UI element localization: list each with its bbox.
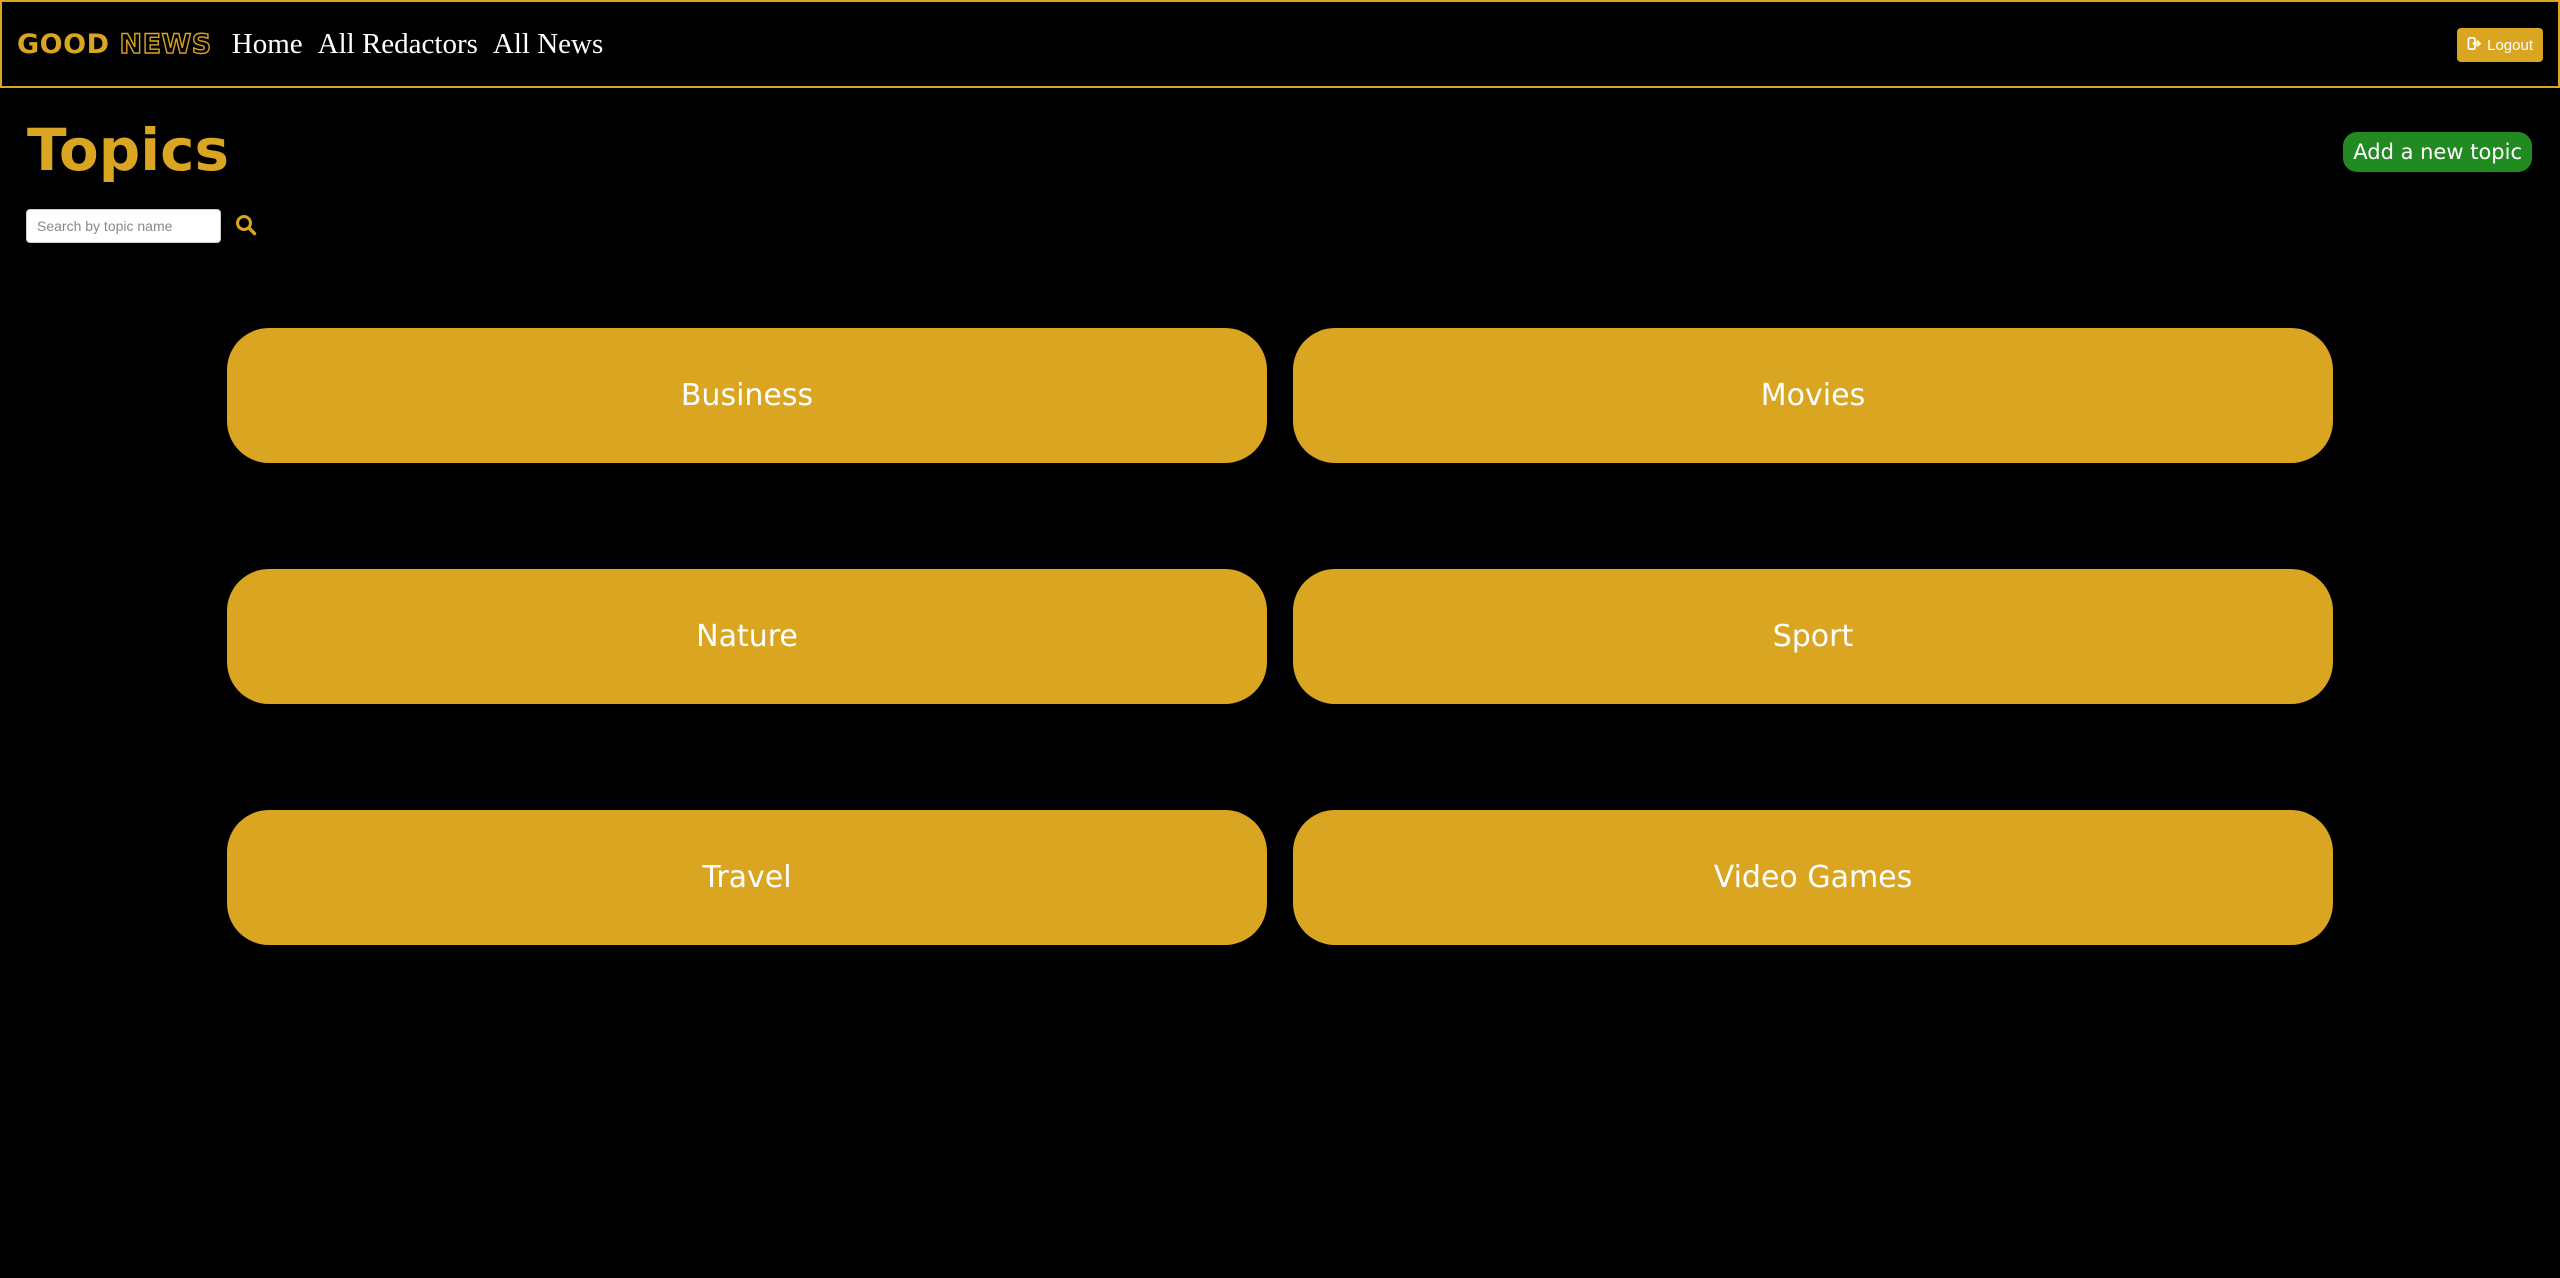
nav-links: Home All Redactors All News bbox=[232, 28, 604, 61]
topic-grid: Business Movies Nature Sport Travel Vide… bbox=[227, 328, 2333, 945]
top-navbar: GOOD NEWS Home All Redactors All News Lo… bbox=[0, 0, 2560, 88]
nav-link-home[interactable]: Home bbox=[232, 28, 303, 61]
topic-card-nature[interactable]: Nature bbox=[227, 569, 1267, 704]
search-button[interactable] bbox=[231, 211, 261, 241]
search-input[interactable] bbox=[26, 209, 221, 243]
page-title: Topics bbox=[27, 116, 230, 184]
logout-button[interactable]: Logout bbox=[2457, 28, 2543, 62]
add-topic-button[interactable]: Add a new topic bbox=[2343, 132, 2532, 172]
nav-link-all-redactors[interactable]: All Redactors bbox=[318, 28, 478, 61]
logout-label: Logout bbox=[2487, 36, 2533, 54]
brand-good-text: GOOD bbox=[17, 28, 110, 60]
topic-card-travel[interactable]: Travel bbox=[227, 810, 1267, 945]
topic-card-sport[interactable]: Sport bbox=[1293, 569, 2333, 704]
search-bar bbox=[26, 209, 261, 243]
brand-news-text: NEWS bbox=[119, 28, 212, 60]
topic-card-movies[interactable]: Movies bbox=[1293, 328, 2333, 463]
search-icon bbox=[235, 214, 257, 239]
nav-link-all-news[interactable]: All News bbox=[493, 28, 603, 61]
brand-logo[interactable]: GOOD NEWS bbox=[17, 28, 212, 60]
topic-card-business[interactable]: Business bbox=[227, 328, 1267, 463]
sign-out-icon bbox=[2467, 36, 2482, 55]
topic-card-video-games[interactable]: Video Games bbox=[1293, 810, 2333, 945]
